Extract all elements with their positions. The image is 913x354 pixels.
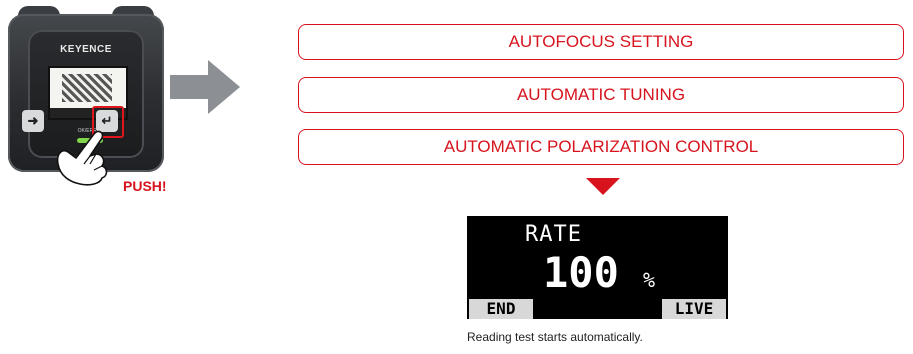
down-triangle-icon [586,178,620,195]
step-autofocus-setting: AUTOFOCUS SETTING [298,24,904,60]
hand-pointer-icon [56,130,108,186]
device-screen-code-image [62,74,112,102]
rate-unit: % [643,268,656,292]
push-label: PUSH! [123,178,167,194]
live-softkey[interactable]: LIVE [662,299,726,319]
arrow-right-icon: ➜ [27,113,39,128]
rate-value: 100 [543,248,619,297]
rate-title: RATE [525,222,582,247]
flow-arrow-icon [170,60,240,114]
device-brand: KEYENCE [60,44,112,55]
step-automatic-tuning: AUTOMATIC TUNING [298,77,904,113]
rate-display: RATE 100 % END LIVE [467,216,728,319]
step-automatic-polarization-control: AUTOMATIC POLARIZATION CONTROL [298,129,904,165]
code-reader-device: KEYENCE OK/ERROR ➜ ↵ PUSH! [8,6,167,194]
end-softkey[interactable]: END [469,299,533,319]
caption: Reading test starts automatically. [467,330,643,344]
device-arrow-button[interactable]: ➜ [22,110,44,132]
